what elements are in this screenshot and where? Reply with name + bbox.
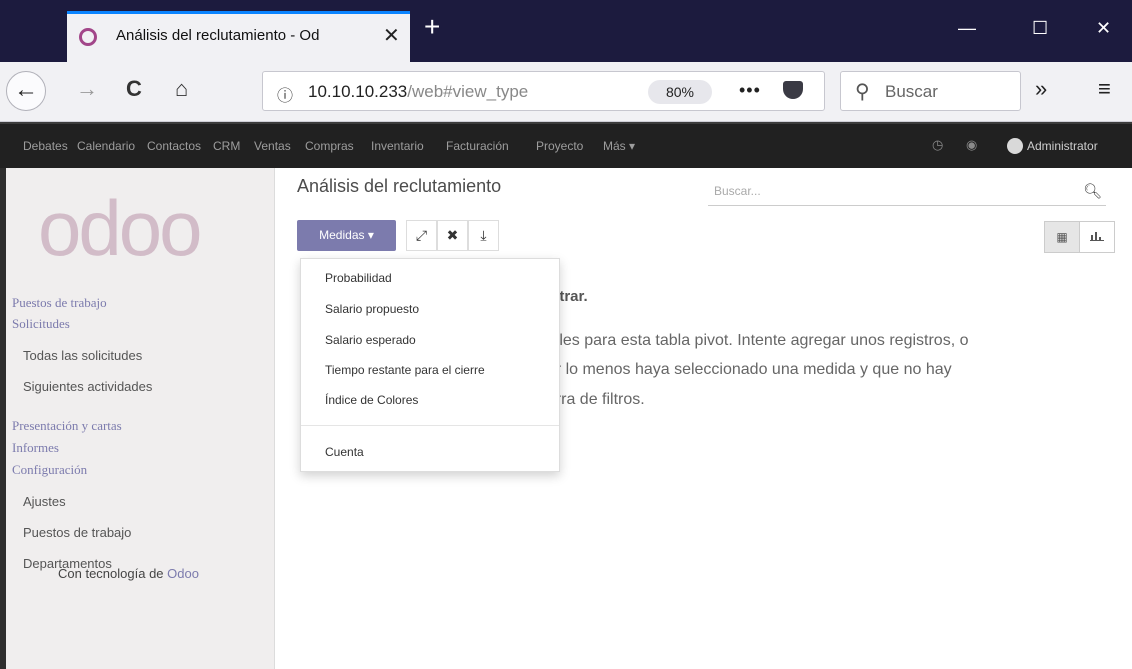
url-text[interactable]: 10.10.10.233/web#view_type [308, 82, 578, 102]
activity-clock-icon[interactable]: ◷ [932, 137, 943, 153]
footer-odoo-link[interactable]: Odoo [167, 566, 199, 581]
tab-title-fade [347, 20, 387, 50]
sidebar-item-todas-las-solicitudes[interactable]: Todas las solicitudes [23, 348, 142, 363]
search-input[interactable]: Buscar... 🔍︎ [708, 178, 1106, 206]
measures-dropdown: Probabilidad Salario propuesto Salario e… [300, 258, 560, 472]
sidebar-item-siguientes-actividades[interactable]: Siguientes actividades [23, 379, 152, 394]
menu-proyecto[interactable]: Proyecto [536, 139, 583, 153]
close-window-button[interactable]: ✕ [1096, 18, 1111, 39]
menu-contactos[interactable]: Contactos [147, 139, 201, 153]
url-path: /web#view_type [407, 82, 529, 101]
sidebar: odoo Puestos de trabajo Solicitudes Toda… [0, 168, 275, 669]
sidebar-item-puestos-de-trabajo-config[interactable]: Puestos de trabajo [23, 525, 131, 540]
menu-debates[interactable]: Debates [23, 139, 68, 153]
menu-inventario[interactable]: Inventario [371, 139, 424, 153]
sidebar-item-configuracion[interactable]: Configuración [12, 462, 87, 478]
pocket-icon[interactable] [783, 81, 803, 99]
no-content-line-2: por lo menos haya seleccionado una medid… [538, 361, 952, 378]
messaging-icon[interactable]: ◉ [966, 137, 977, 153]
sidebar-item-presentacion-y-cartas[interactable]: Presentación y cartas [12, 418, 122, 434]
download-button[interactable]: ⤓ [468, 220, 499, 251]
sidebar-footer: Con tecnología de Odoo [58, 566, 199, 581]
back-button[interactable]: ← [6, 71, 46, 111]
odoo-logo[interactable]: odoo [38, 183, 203, 274]
minimize-button[interactable]: — [958, 18, 976, 39]
measures-button[interactable]: Medidas ▾ [297, 220, 396, 251]
hamburger-menu-icon[interactable]: ≡ [1098, 76, 1111, 102]
menu-crm[interactable]: CRM [213, 139, 240, 153]
odoo-favicon-icon [79, 28, 97, 46]
odoo-main-menu: Debates Calendario Contactos CRM Ventas … [0, 122, 1132, 168]
new-tab-button[interactable]: + [424, 13, 440, 41]
maximize-button[interactable]: ☐ [1032, 18, 1048, 39]
footer-prefix: Con tecnología de [58, 566, 164, 581]
search-placeholder: Buscar [885, 82, 938, 101]
measure-probabilidad[interactable]: Probabilidad [325, 271, 392, 285]
menu-ventas[interactable]: Ventas [254, 139, 291, 153]
home-button[interactable]: ⌂ [175, 76, 188, 102]
browser-navbar: ← → C ⌂ ⓘ 10.10.10.233/web#view_type 80%… [0, 62, 1132, 122]
reload-button[interactable]: C [126, 76, 142, 102]
url-bar[interactable]: ⓘ 10.10.10.233/web#view_type 80% ••• [262, 71, 825, 111]
graph-view-button[interactable] [1079, 221, 1115, 253]
dropdown-divider [301, 425, 559, 426]
browser-tab[interactable]: Análisis del reclutamiento - Od ✕ [67, 11, 410, 62]
measure-tiempo-restante[interactable]: Tiempo restante para el cierre [325, 363, 485, 377]
overflow-menu-icon[interactable]: » [1035, 76, 1047, 102]
magnifier-icon[interactable]: 🔍︎ [1083, 182, 1102, 200]
screen: Análisis del reclutamiento - Od ✕ + — ☐ … [0, 0, 1132, 669]
sidebar-item-puestos-de-trabajo[interactable]: Puestos de trabajo [12, 295, 107, 311]
measure-cuenta[interactable]: Cuenta [325, 445, 364, 459]
forward-button[interactable]: → [76, 76, 98, 102]
sidebar-item-ajustes[interactable]: Ajustes [23, 494, 66, 509]
tab-close-icon[interactable]: ✕ [383, 23, 400, 48]
measure-indice-de-colores[interactable]: Índice de Colores [325, 393, 418, 407]
bar-chart-icon [1090, 232, 1104, 241]
browser-titlebar: Análisis del reclutamiento - Od ✕ + — ☐ … [0, 0, 1132, 62]
user-menu[interactable]: Administrator [1027, 139, 1098, 153]
no-content-line-1: nibles para esta tabla pivot. Intente ag… [538, 332, 969, 349]
flip-axis-button[interactable]: ✖ [437, 220, 468, 251]
browser-search-bar[interactable]: ⚲ Buscar [840, 71, 1021, 111]
zoom-indicator[interactable]: 80% [648, 80, 712, 104]
measure-salario-propuesto[interactable]: Salario propuesto [325, 302, 419, 316]
pivot-view-button[interactable]: ▦ [1044, 221, 1080, 253]
expand-all-button[interactable]: ⤢ [406, 220, 437, 251]
measure-salario-esperado[interactable]: Salario esperado [325, 333, 416, 347]
menu-facturacion[interactable]: Facturación [446, 139, 509, 153]
url-host: 10.10.10.233 [308, 82, 408, 101]
sidebar-item-solicitudes[interactable]: Solicitudes [12, 316, 70, 332]
search-icon: ⚲ [855, 81, 870, 103]
menu-calendario[interactable]: Calendario [77, 139, 135, 153]
page-actions-icon[interactable]: ••• [739, 80, 761, 101]
menu-compras[interactable]: Compras [305, 139, 354, 153]
page-title: Análisis del reclutamiento [297, 176, 502, 196]
menu-mas[interactable]: Más ▾ [603, 139, 635, 153]
user-avatar[interactable] [1007, 138, 1023, 154]
search-input-placeholder: Buscar... [714, 184, 761, 198]
site-info-icon[interactable]: ⓘ [277, 82, 293, 106]
sidebar-item-informes[interactable]: Informes [12, 440, 59, 456]
